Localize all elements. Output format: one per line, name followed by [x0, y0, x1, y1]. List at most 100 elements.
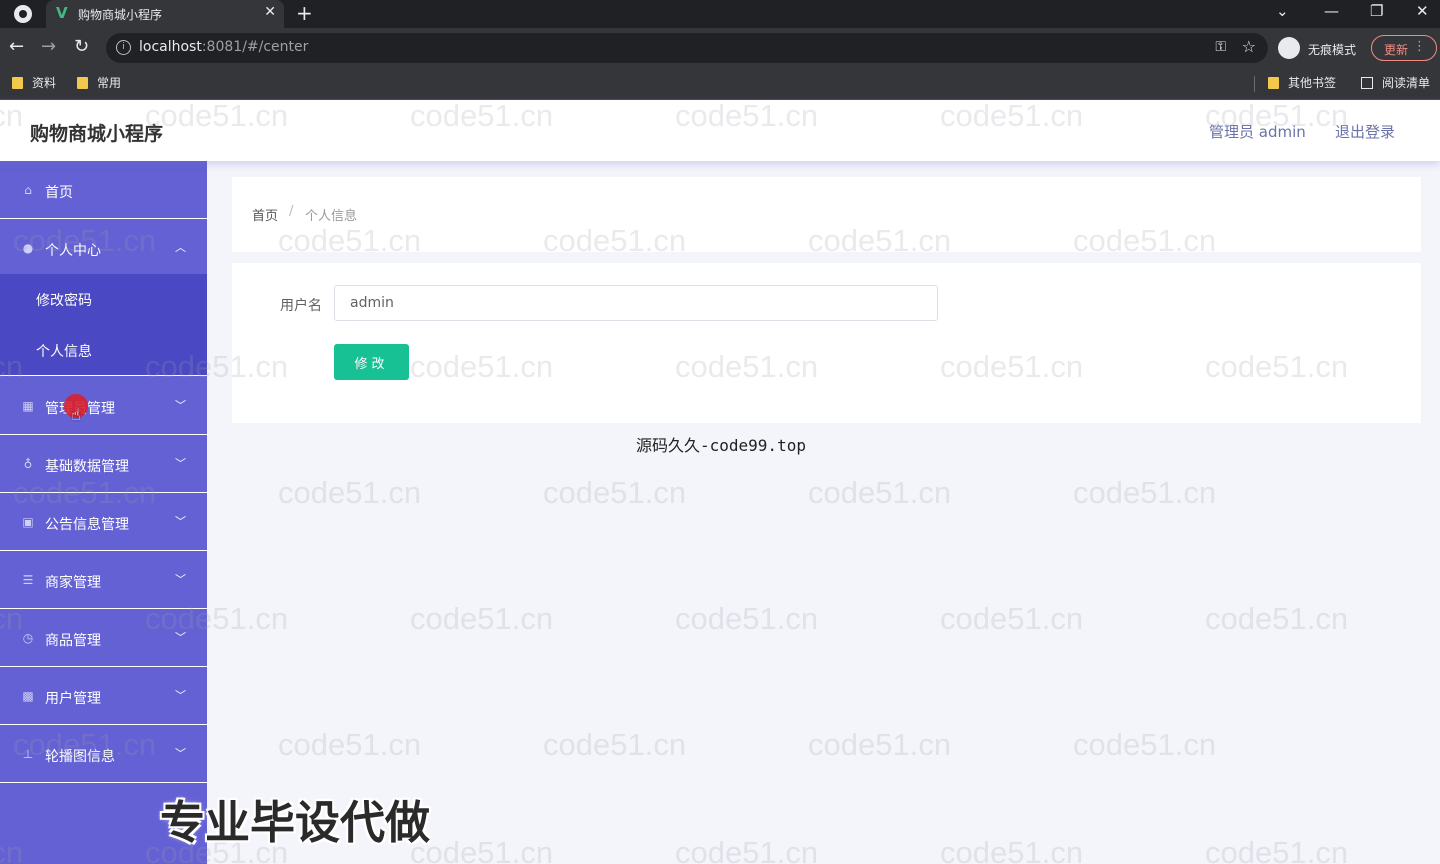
- new-tab-button[interactable]: +: [296, 1, 313, 25]
- browser-tab[interactable]: V 购物商城小程序 ✕: [46, 0, 284, 28]
- tab-search-chevron-icon[interactable]: ⌄: [1276, 2, 1289, 20]
- reload-icon[interactable]: ↻: [74, 36, 89, 57]
- sidebar-subitem-change-password[interactable]: 修改密码: [0, 274, 207, 325]
- app-title: 购物商城小程序: [30, 123, 164, 145]
- code51-watermark: code51.cn: [410, 601, 554, 636]
- sidebar-subitem-label: 修改密码: [36, 293, 92, 309]
- sidebar-item-label: 基础数据管理: [45, 459, 129, 475]
- data-icon: ♁: [23, 457, 33, 471]
- username-input[interactable]: [334, 285, 938, 321]
- chevron-down-icon: ﹀: [175, 631, 186, 644]
- sidebar-item-label: 公告信息管理: [45, 517, 129, 533]
- browser-logo-icon: [14, 5, 32, 23]
- tab-title: 购物商城小程序: [78, 8, 163, 22]
- code51-watermark: code51.cn: [808, 727, 952, 762]
- chevron-down-icon: ﹀: [175, 747, 186, 760]
- sidebar-item-admin-management[interactable]: ▦ 管理员管理 ﹀: [0, 377, 207, 435]
- sidebar-item-notice[interactable]: ▣ 公告信息管理 ﹀: [0, 493, 207, 551]
- chevron-up-icon: ︿: [175, 241, 186, 254]
- notice-icon: ▣: [22, 515, 34, 529]
- bookmark-folder-changyong[interactable]: 常用: [77, 74, 121, 94]
- incognito-label: 无痕模式: [1308, 43, 1357, 57]
- carousel-icon: ⊥: [22, 747, 34, 761]
- update-profile-button[interactable]: 修改: [334, 344, 409, 380]
- breadcrumb: 首页 / 个人信息: [232, 177, 1421, 252]
- browser-toolbar: ← → ↻ i localhost:8081/#/center ⚿ ☆ 无痕模式…: [0, 28, 1440, 68]
- code51-watermark: code51.cn: [278, 475, 422, 510]
- sidebar-item-carousel[interactable]: ⊥ 轮播图信息 ﹀: [0, 725, 207, 783]
- sidebar-item-personal-center[interactable]: ● 个人中心 ︿: [0, 219, 207, 277]
- chevron-down-icon: ﹀: [175, 573, 186, 586]
- code51-watermark: code51.cn: [410, 835, 554, 864]
- bookmark-folder-ziliao[interactable]: 资料: [12, 74, 56, 94]
- goods-icon: ◷: [22, 631, 34, 645]
- sidebar-item-goods[interactable]: ◷ 商品管理 ﹀: [0, 609, 207, 667]
- app-header: 购物商城小程序 管理员 admin 退出登录: [0, 100, 1440, 161]
- update-label: 更新: [1384, 43, 1409, 57]
- sidebar-item-label: 商品管理: [45, 633, 101, 649]
- sidebar-item-label: 首页: [45, 185, 73, 201]
- chevron-down-icon: ﹀: [175, 457, 186, 470]
- sidebar-menu: ⌂ 首页 ● 个人中心 ︿ 修改密码 个人信息 ▦ 管理员管理 ﹀ ♁ 基础数据…: [0, 161, 207, 864]
- code51-watermark: code51.cn: [940, 601, 1084, 636]
- back-arrow-icon[interactable]: ←: [9, 36, 24, 57]
- reading-list[interactable]: 阅读清单: [1361, 74, 1430, 94]
- user-icon: ●: [22, 241, 34, 255]
- hand-cursor-icon: ☝: [71, 405, 81, 424]
- sidebar-item-label: 商家管理: [45, 575, 101, 591]
- password-key-icon[interactable]: ⚿: [1215, 39, 1226, 55]
- code51-watermark: code51.cn: [940, 835, 1084, 864]
- chevron-down-icon: ﹀: [175, 689, 186, 702]
- bookmarks-bar: 资料 常用 其他书签 阅读清单: [0, 68, 1440, 100]
- update-button[interactable]: 更新 ⋮: [1371, 35, 1437, 61]
- code51-watermark: code51.cn: [1073, 727, 1217, 762]
- chevron-down-icon: ﹀: [175, 515, 186, 528]
- reading-list-icon: [1361, 77, 1373, 89]
- breadcrumb-home-link[interactable]: 首页: [252, 205, 278, 224]
- users-icon: ▩: [22, 689, 34, 703]
- current-user-label: 管理员 admin: [1209, 123, 1306, 141]
- vue-favicon-icon: V: [56, 4, 68, 22]
- folder-icon: [77, 77, 88, 89]
- more-menu-icon: ⋮: [1413, 39, 1426, 54]
- code51-watermark: code51.cn: [1205, 835, 1349, 864]
- restore-icon[interactable]: ❐: [1370, 2, 1383, 20]
- sidebar-item-label: 轮播图信息: [45, 749, 115, 765]
- sidebar-item-merchant[interactable]: ☰ 商家管理 ﹀: [0, 551, 207, 609]
- code99-watermark: 源码久久-code99.top: [636, 436, 806, 455]
- code51-watermark: code51.cn: [675, 601, 819, 636]
- admin-icon: ▦: [22, 399, 34, 413]
- sidebar-item-home[interactable]: ⌂ 首页: [0, 161, 207, 219]
- forward-arrow-icon[interactable]: →: [41, 36, 56, 57]
- close-window-icon[interactable]: ✕: [1416, 2, 1429, 20]
- code51-watermark: code51.cn: [675, 835, 819, 864]
- code51-watermark: code51.cn: [1205, 601, 1349, 636]
- username-label: 用户名: [280, 298, 322, 314]
- profile-form: 用户名 修改: [232, 263, 1421, 423]
- code51-watermark: code51.cn: [808, 475, 952, 510]
- sidebar-subitem-label: 个人信息: [36, 344, 92, 360]
- chevron-down-icon: ﹀: [175, 399, 186, 412]
- sidebar-item-label: 个人中心: [45, 243, 101, 259]
- sidebar-subitem-personal-info[interactable]: 个人信息: [0, 325, 207, 376]
- url-text: localhost:8081/#/center: [139, 39, 309, 55]
- site-info-icon[interactable]: i: [116, 40, 131, 55]
- sidebar-item-users[interactable]: ▩ 用户管理 ﹀: [0, 667, 207, 725]
- bookmark-other[interactable]: 其他书签: [1268, 74, 1336, 94]
- code51-watermark: code51.cn: [1073, 475, 1217, 510]
- folder-icon: [12, 77, 23, 89]
- tab-close-icon[interactable]: ✕: [264, 4, 276, 20]
- code51-watermark: code51.cn: [278, 727, 422, 762]
- sidebar-item-label: 用户管理: [45, 691, 101, 707]
- promo-watermark: 专业毕设代做: [160, 796, 431, 849]
- browser-tab-strip: V 购物商城小程序 ✕ + ⌄ — ❐ ✕: [0, 0, 1440, 28]
- minimize-icon[interactable]: —: [1324, 2, 1339, 20]
- logout-link[interactable]: 退出登录: [1335, 121, 1395, 142]
- bookmarks-divider: [1254, 76, 1255, 92]
- breadcrumb-separator: /: [289, 204, 294, 219]
- address-bar[interactable]: i localhost:8081/#/center ⚿ ☆: [106, 33, 1268, 63]
- bookmark-star-icon[interactable]: ☆: [1242, 37, 1256, 56]
- folder-icon: [1268, 77, 1279, 89]
- sidebar-item-basic-data[interactable]: ♁ 基础数据管理 ﹀: [0, 435, 207, 493]
- home-icon: ⌂: [24, 183, 32, 197]
